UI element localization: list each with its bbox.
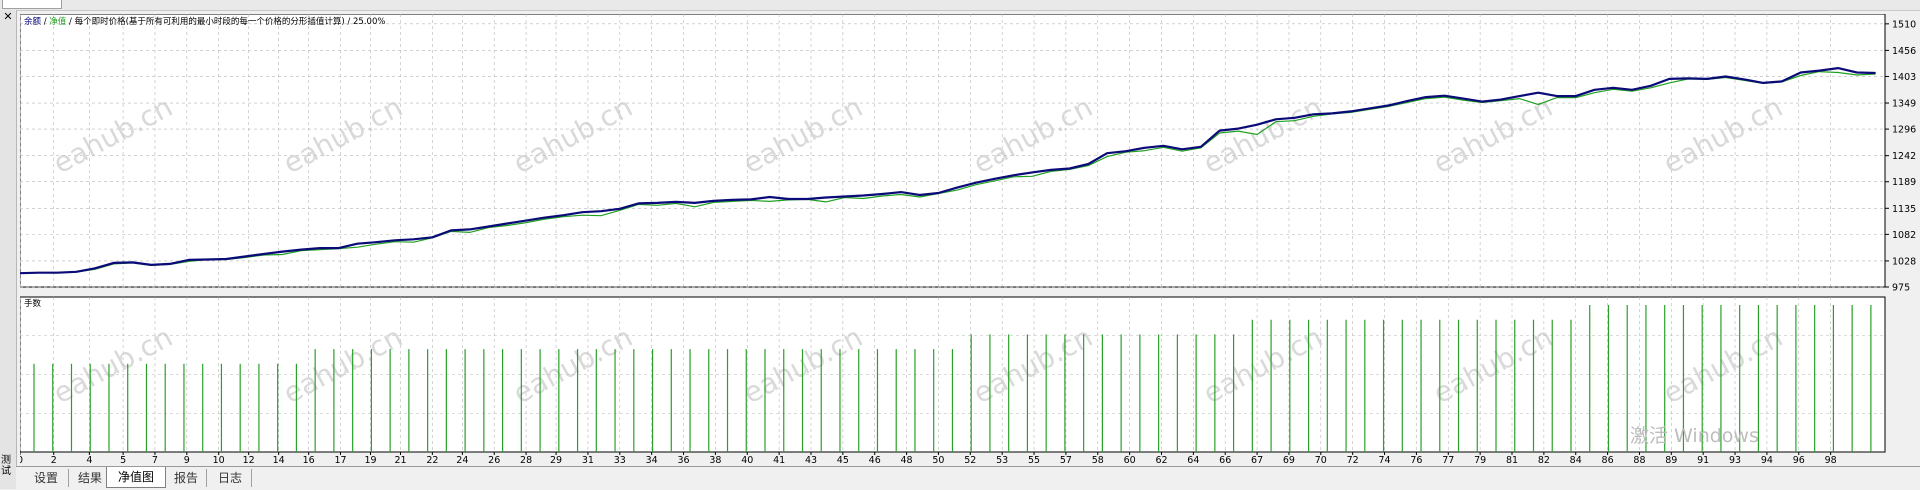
y-tick-label: 1082 [1892,230,1916,241]
x-tick-label: 24 [456,455,468,466]
x-tick-label: 93 [1729,455,1741,466]
x-tick-label: 58 [1092,455,1104,466]
y-tick-label: 1403 [1892,72,1916,83]
x-tick-label: 81 [1506,455,1518,466]
x-tick-label: 12 [243,455,255,466]
x-tick-label: 52 [964,455,976,466]
x-tick-label: 36 [677,455,689,466]
x-tick-label: 10 [213,455,225,466]
x-tick-label: 55 [1028,455,1040,466]
x-tick-label: 7 [152,455,158,466]
x-tick-label: 31 [582,455,594,466]
x-tick-label: 26 [488,455,500,466]
x-tick-label: 38 [709,455,721,466]
y-tick-label: 1135 [1892,204,1916,215]
os-activation-watermark: 激活 Windows [1630,425,1759,447]
side-label: 测试 [1,455,11,477]
y-tick-label: 1349 [1892,99,1916,110]
volume-legend: 手数 [24,298,42,309]
y-tick-label: 1510 [1892,19,1916,30]
equity-chart: eahub.cn eahub.cn eahub.cn eahub.cn eahub.cn… [17,13,1916,466]
x-tick-label: 33 [614,455,626,466]
x-tick-label: 82 [1538,455,1550,466]
x-tick-label: 74 [1378,455,1390,466]
x-tick-label: 57 [1060,455,1072,466]
x-tick-label: 16 [303,455,315,466]
x-tick-label: 17 [334,455,346,466]
x-tick-label: 84 [1570,455,1582,466]
legend-entry: 净值 [49,16,67,27]
x-tick-label: 98 [1825,455,1837,466]
legend-entry: 25.00% [353,17,385,27]
y-tick-label: 1028 [1892,256,1916,267]
x-tick-label: 43 [805,455,817,466]
x-tick-label: 14 [273,455,285,466]
x-tick-label: 21 [394,455,406,466]
y-tick-label: 1456 [1892,46,1916,57]
tab-journal[interactable]: 日志 [209,469,252,487]
x-tick-label: 0 [20,455,23,466]
x-tick-label: 50 [932,455,944,466]
tab-settings[interactable]: 设置 [24,469,69,487]
x-tick-label: 88 [1633,455,1645,466]
x-tick-label: 96 [1793,455,1805,466]
x-tick-label: 28 [520,455,532,466]
x-tick-label: 34 [646,455,658,466]
x-tick-label: 40 [741,455,753,466]
x-tick-label: 89 [1665,455,1677,466]
top-tab[interactable] [2,0,62,9]
x-tick-label: 72 [1347,455,1359,466]
y-tick-label: 975 [1892,283,1910,294]
x-tick-label: 45 [837,455,849,466]
x-tick-label: 77 [1442,455,1454,466]
tab-results[interactable]: 结果 [71,469,110,487]
x-tick-label: 19 [364,455,376,466]
legend-entry: 余额 [24,16,42,27]
x-tick-label: 53 [996,455,1008,466]
main-legend: 余额 / 净值 / 每个即时价格(基于所有可利用的最小时段的每一个价格的分形插值… [24,16,385,27]
y-tick-label: 1296 [1892,125,1916,136]
top-toolbar [0,0,1920,11]
x-tick-label: 60 [1124,455,1136,466]
x-tick-label: 29 [550,455,562,466]
y-tick-label: 1189 [1892,177,1916,188]
x-tick-label: 86 [1602,455,1614,466]
tab-report[interactable]: 报告 [166,469,207,487]
x-tick-label: 9 [184,455,190,466]
legend-entry: 每个即时价格(基于所有可利用的最小时段的每一个价格的分形插值计算) [75,16,345,27]
x-tick-label: 76 [1410,455,1422,466]
x-tick-label: 67 [1251,455,1263,466]
x-tick-label: 5 [120,455,126,466]
x-tick-label: 66 [1219,455,1231,466]
x-tick-label: 79 [1474,455,1486,466]
x-tick-label: 22 [426,455,438,466]
y-tick-label: 1242 [1892,151,1916,162]
close-icon[interactable]: ✕ [2,11,14,23]
tester-tabbar: 设置 结果 净值图 报告 日志 [16,466,1920,490]
x-tick-label: 4 [86,455,92,466]
chart-area: eahub.cn eahub.cn eahub.cn eahub.cn eahub.cn… [17,13,1920,467]
tab-equity-graph[interactable]: 净值图 [106,467,166,488]
side-strip [0,10,17,489]
x-tick-label: 62 [1155,455,1167,466]
x-tick-label: 94 [1761,455,1773,466]
x-tick-label: 2 [51,455,57,466]
x-tick-label: 69 [1283,455,1295,466]
x-tick-label: 48 [901,455,913,466]
x-tick-label: 46 [869,455,881,466]
x-tick-label: 64 [1187,455,1199,466]
x-tick-label: 91 [1697,455,1709,466]
x-tick-label: 70 [1315,455,1327,466]
x-tick-label: 41 [773,455,785,466]
